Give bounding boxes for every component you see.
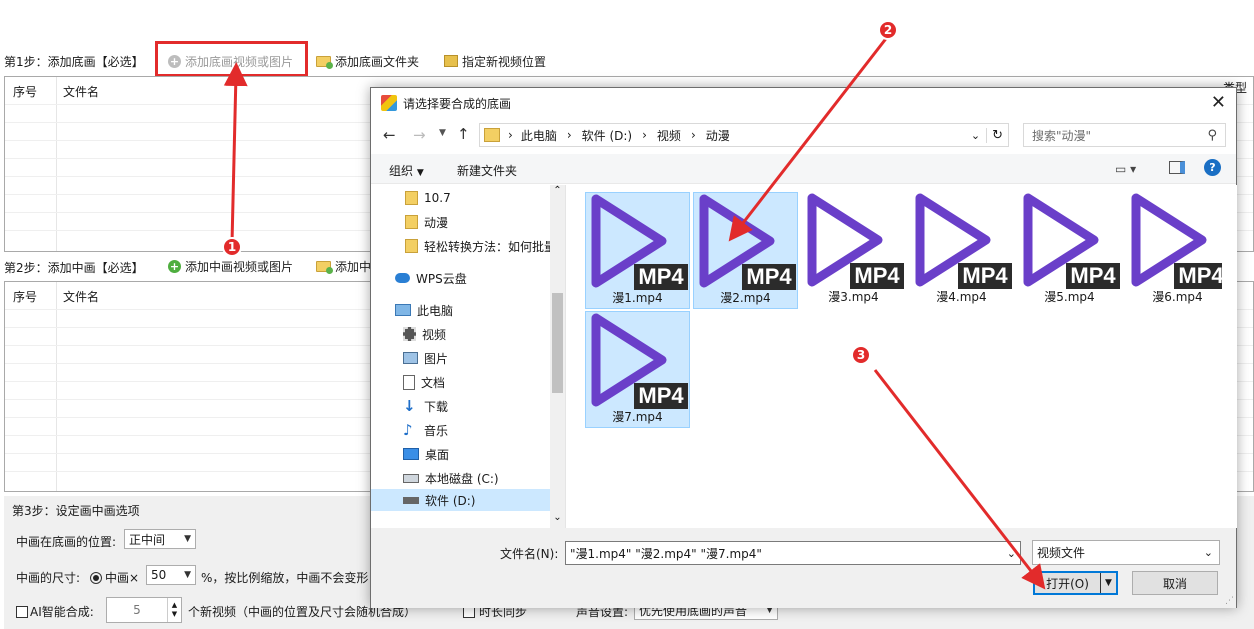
annotation-badge-2: 2 — [878, 20, 898, 40]
annotation-badge-1: 1 — [222, 237, 242, 257]
arrow-3 — [873, 369, 1046, 590]
annotation-arrows — [223, 35, 1046, 590]
annotation-badge-3: 3 — [851, 345, 871, 365]
arrow-1 — [223, 62, 248, 244]
arrow-2 — [728, 35, 890, 242]
